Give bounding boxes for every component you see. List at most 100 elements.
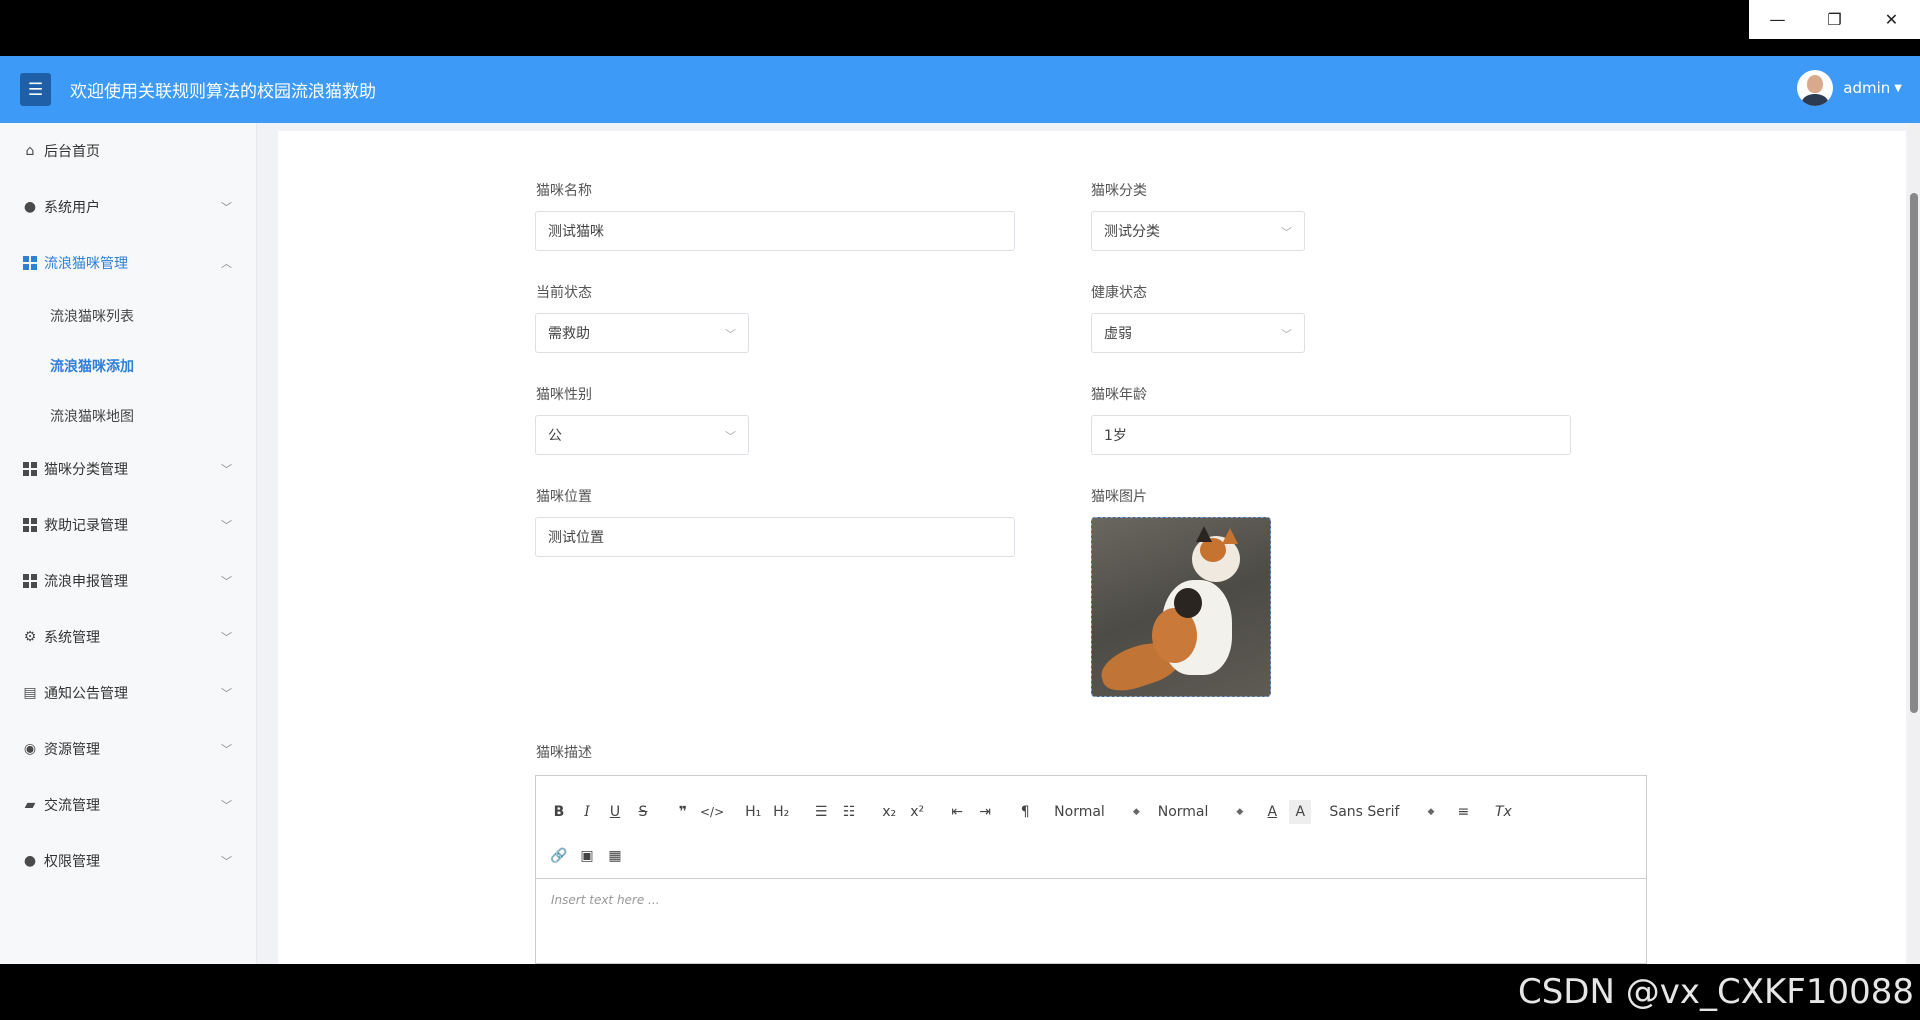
cat-ear [1196,526,1212,542]
editor-body[interactable]: Insert text here ... [536,879,1646,921]
link-icon[interactable]: 🔗 [548,844,570,868]
subscript-icon[interactable]: x₂ [878,800,900,824]
sidebar-item-rescue-records[interactable]: 救助记录管理 ﹀ [0,497,256,553]
sidebar-item-stray-reports[interactable]: 流浪申报管理 ﹀ [0,553,256,609]
sidebar-item-label: 系统管理 [44,630,100,646]
top-header: ☰ 欢迎使用关联规则算法的校园流浪猫救助 admin ▼ [0,56,1920,123]
scrollbar[interactable] [1908,123,1920,964]
sidebar-item-label: 后台首页 [44,144,100,160]
updown-icon: ◆ [1427,807,1435,817]
image-upload[interactable] [1091,517,1271,697]
sidebar-item-label: 救助记录管理 [44,518,128,534]
grid-icon [22,461,38,477]
user-icon: ● [23,199,37,215]
sidebar-item-label: 资源管理 [44,742,100,758]
chevron-down-icon: ﹀ [221,631,232,644]
chevron-down-icon: ﹀ [221,201,232,214]
chevron-down-icon: ﹀ [221,799,232,812]
sidebar-item-system-users[interactable]: ● 系统用户 ﹀ [0,179,256,235]
username: admin [1843,79,1891,97]
gender-label: 猫咪性别 [536,387,592,403]
updown-icon: ◆ [1236,807,1244,817]
heading1-icon[interactable]: H₁ [742,800,764,824]
font-color-icon[interactable]: A [1261,800,1283,824]
indent-icon[interactable]: ⇥ [974,800,996,824]
chevron-down-icon: ﹀ [725,430,736,443]
image-icon[interactable]: ▣ [576,844,598,868]
align-icon[interactable]: ≡ [1452,800,1474,824]
bullet-list-icon[interactable]: ☷ [838,800,860,824]
close-button[interactable]: ✕ [1863,0,1920,39]
user-menu[interactable]: admin ▼ [1797,70,1902,106]
status-select[interactable]: 需救助 ﹀ [535,313,749,353]
scrollbar-thumb[interactable] [1910,193,1918,713]
hamburger-icon: ☰ [27,79,44,100]
minimize-button[interactable]: — [1749,0,1806,39]
sidebar-subitem-cat-list[interactable]: 流浪猫咪列表 [0,291,256,341]
cat-ear [1222,528,1238,544]
status-label: 当前状态 [536,285,592,301]
menu-toggle-button[interactable]: ☰ [20,73,51,106]
location-label: 猫咪位置 [536,489,592,505]
video-icon[interactable]: ▦ [604,844,626,868]
restore-button[interactable]: ❐ [1806,0,1863,39]
age-input[interactable]: 1岁 [1091,415,1571,455]
clear-format-icon[interactable]: Tx [1492,800,1514,824]
gear-icon: ⚙ [23,629,37,645]
category-select[interactable]: 测试分类 ﹀ [1091,211,1305,251]
health-select[interactable]: 虚弱 ﹀ [1091,313,1305,353]
chevron-down-icon: ﹀ [1281,226,1292,239]
font-family-select[interactable]: Sans Serif ◆ [1329,800,1434,824]
location-input[interactable]: 测试位置 [535,517,1015,557]
user-icon: ● [23,853,37,869]
bold-icon[interactable]: B [548,800,570,824]
sidebar-item-label: 交流管理 [44,798,100,814]
name-input[interactable]: 测试猫咪 [535,211,1015,251]
grid-icon [22,573,38,589]
chevron-down-icon: ﹀ [1281,328,1292,341]
sidebar-subitem-cat-map[interactable]: 流浪猫咪地图 [0,391,256,441]
heading2-icon[interactable]: H₂ [770,800,792,824]
category-value: 测试分类 [1104,224,1160,240]
font-size-select[interactable]: Normal ◆ [1054,800,1140,824]
name-label: 猫咪名称 [536,183,592,199]
sidebar-item-cat-management[interactable]: 流浪猫咪管理 ︿ [0,235,256,291]
sidebar-item-system-management[interactable]: ⚙ 系统管理 ﹀ [0,609,256,665]
sidebar-item-label: 系统用户 [44,200,100,216]
health-label: 健康状态 [1091,285,1147,301]
sidebar-item-permissions[interactable]: ● 权限管理 ﹀ [0,833,256,889]
compass-icon: ◉ [23,741,37,757]
editor-placeholder: Insert text here ... [551,893,660,907]
top-screen-border [0,0,1920,56]
chevron-down-icon: ﹀ [221,687,232,700]
sidebar-subitem-cat-add[interactable]: 流浪猫咪添加 [0,341,256,391]
font-size-value: Normal [1054,804,1105,820]
gender-select[interactable]: 公 ﹀ [535,415,749,455]
italic-icon[interactable]: I [576,800,598,824]
background-color-icon[interactable]: A [1289,800,1312,824]
underline-icon[interactable]: U [604,800,626,824]
code-icon[interactable]: </> [700,800,724,824]
sidebar-item-resources[interactable]: ◉ 资源管理 ﹀ [0,721,256,777]
sidebar-item-notices[interactable]: ▤ 通知公告管理 ﹀ [0,665,256,721]
chevron-down-icon: ﹀ [221,519,232,532]
superscript-icon[interactable]: x² [906,800,928,824]
chevron-down-icon: ﹀ [221,463,232,476]
cat-patch [1174,588,1202,618]
text-direction-icon[interactable]: ¶ [1014,800,1036,824]
outdent-icon[interactable]: ⇤ [946,800,968,824]
quote-icon[interactable]: ❞ [672,800,694,824]
sidebar-item-label: 权限管理 [44,854,100,870]
heading-value: Normal [1157,804,1209,820]
app-frame: ☰ 欢迎使用关联规则算法的校园流浪猫救助 admin ▼ ⌂ 后台首页 ● 系统… [0,56,1920,964]
ordered-list-icon[interactable]: ☰ [810,800,832,824]
sidebar-item-communication[interactable]: ▰ 交流管理 ﹀ [0,777,256,833]
description-label: 猫咪描述 [536,745,592,761]
sidebar-item-category-management[interactable]: 猫咪分类管理 ﹀ [0,441,256,497]
chevron-down-icon: ﹀ [725,328,736,341]
sidebar-item-dashboard[interactable]: ⌂ 后台首页 [0,123,256,179]
sidebar: ⌂ 后台首页 ● 系统用户 ﹀ 流浪猫咪管理 ︿ 流浪猫咪列表 流浪猫咪添加 流… [0,123,257,964]
strike-icon[interactable]: S [632,800,654,824]
heading-select[interactable]: Normal ◆ [1158,800,1244,824]
chevron-down-icon: ﹀ [221,575,232,588]
